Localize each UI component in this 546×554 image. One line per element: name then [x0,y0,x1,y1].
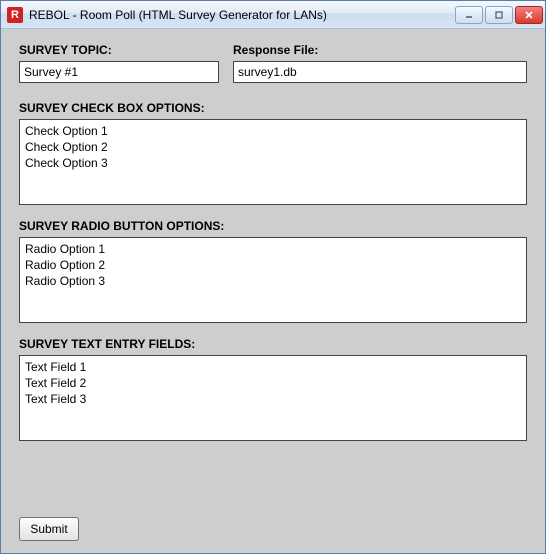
response-file-label: Response File: [233,43,527,57]
maximize-button[interactable] [485,6,513,24]
client-area: SURVEY TOPIC: Response File: SURVEY CHEC… [1,29,545,553]
survey-topic-label: SURVEY TOPIC: [19,43,219,57]
app-icon: R [7,7,23,23]
window-title: REBOL - Room Poll (HTML Survey Generator… [29,8,455,22]
text-fields-label: SURVEY TEXT ENTRY FIELDS: [19,337,527,351]
radio-options-label: SURVEY RADIO BUTTON OPTIONS: [19,219,527,233]
radio-options-textarea[interactable] [19,237,527,323]
app-window: R REBOL - Room Poll (HTML Survey Generat… [0,0,546,554]
response-file-group: Response File: [233,43,527,83]
close-button[interactable] [515,6,543,24]
titlebar: R REBOL - Room Poll (HTML Survey Generat… [1,1,545,29]
text-fields-textarea[interactable] [19,355,527,441]
minimize-button[interactable] [455,6,483,24]
top-row: SURVEY TOPIC: Response File: [19,43,527,83]
checkbox-options-textarea[interactable] [19,119,527,205]
survey-topic-group: SURVEY TOPIC: [19,43,219,83]
submit-button[interactable]: Submit [19,517,79,541]
survey-topic-input[interactable] [19,61,219,83]
window-controls [455,6,543,24]
response-file-input[interactable] [233,61,527,83]
checkbox-options-label: SURVEY CHECK BOX OPTIONS: [19,101,527,115]
